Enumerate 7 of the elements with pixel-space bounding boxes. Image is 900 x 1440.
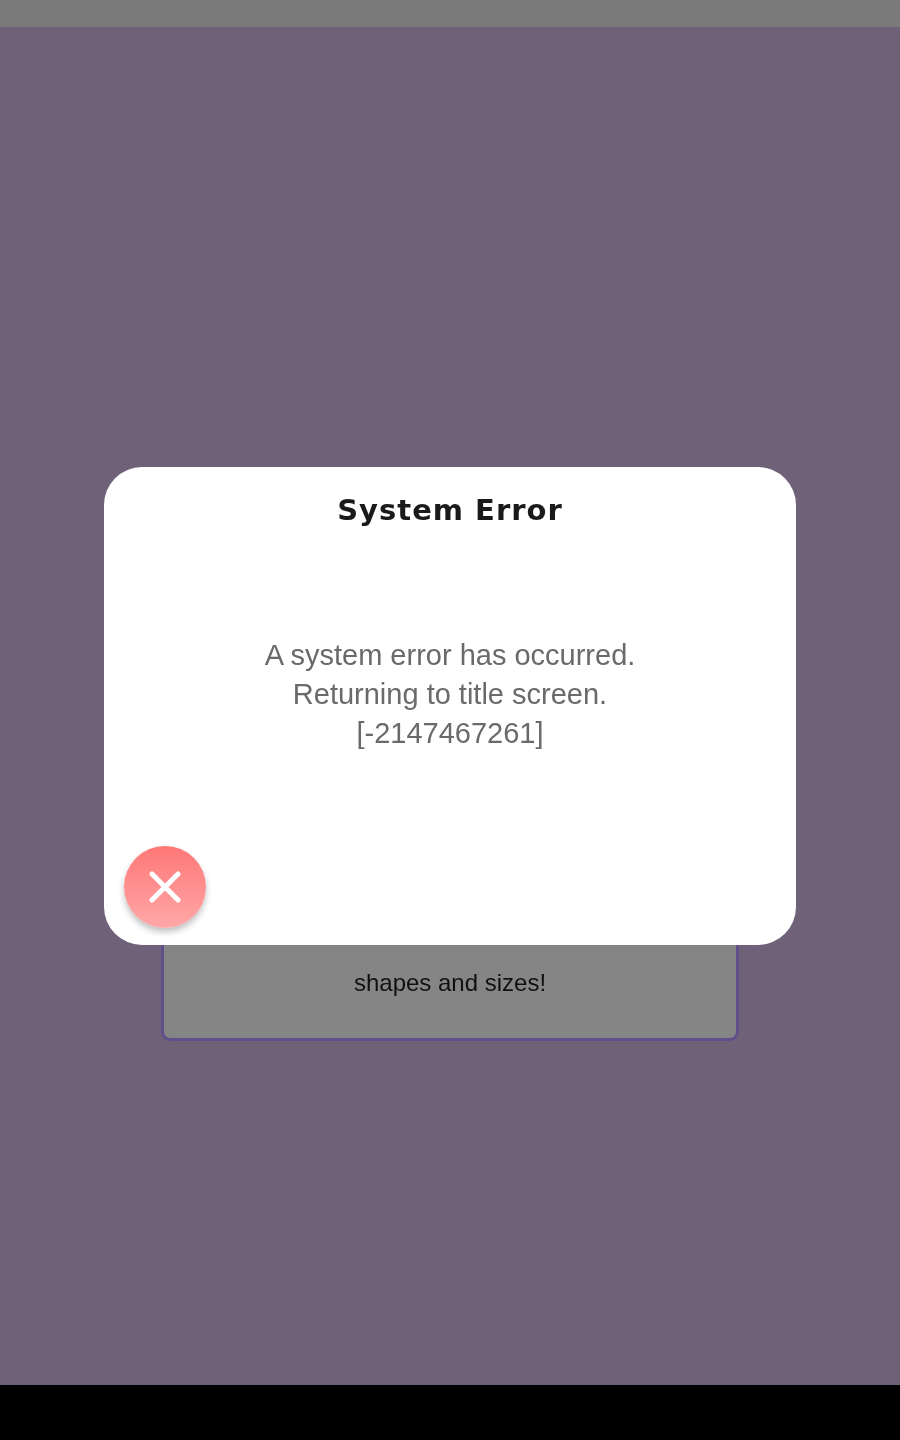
close-icon <box>149 871 181 903</box>
card-text: shapes and sizes! <box>353 968 547 998</box>
error-message: [-2147467261] <box>356 716 544 751</box>
error-message: Returning to title screen. <box>292 677 608 712</box>
close-button[interactable] <box>124 846 206 928</box>
dialog-title: System Error <box>337 492 563 529</box>
error-message: A system error has occurred. <box>264 638 636 673</box>
